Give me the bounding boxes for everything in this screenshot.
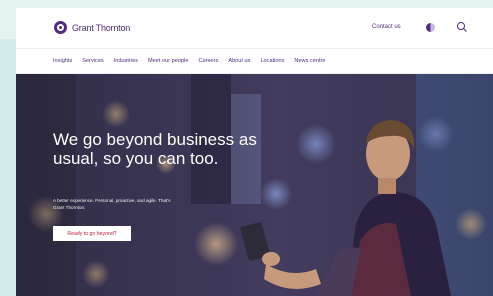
website-page: Grant Thornton Contact us Insights Servi… [16, 8, 493, 296]
ready-to-go-beyond-button[interactable]: Ready to go beyond? [53, 226, 131, 241]
nav-item-industries[interactable]: Industries [114, 58, 138, 64]
logo-text: Grant Thornton [72, 22, 131, 33]
hero-subtext: A better experience. Personal, proactive… [53, 198, 171, 210]
grant-thornton-logo[interactable]: Grant Thornton [54, 21, 130, 34]
globe-icon[interactable] [426, 23, 435, 32]
nav-item-meet-our-people[interactable]: Meet our people [148, 58, 188, 64]
hero-headline: We go beyond business as usual, so you c… [53, 130, 257, 168]
nav-item-locations[interactable]: Locations [260, 58, 284, 64]
main-nav: Insights Services Industries Meet our pe… [16, 48, 493, 74]
background-panel [0, 39, 16, 296]
nav-item-insights[interactable]: Insights [53, 58, 72, 64]
site-header: Grant Thornton Contact us [16, 8, 493, 48]
nav-item-news-centre[interactable]: News centre [294, 58, 325, 64]
hero-banner: We go beyond business as usual, so you c… [16, 74, 493, 296]
logo-mark-icon [54, 21, 67, 34]
nav-item-services[interactable]: Services [82, 58, 103, 64]
nav-item-careers[interactable]: Careers [198, 58, 218, 64]
nav-item-about-us[interactable]: About us [228, 58, 250, 64]
contact-us-link[interactable]: Contact us [372, 24, 401, 30]
search-icon[interactable] [456, 21, 468, 33]
hero-background-image [16, 74, 493, 296]
